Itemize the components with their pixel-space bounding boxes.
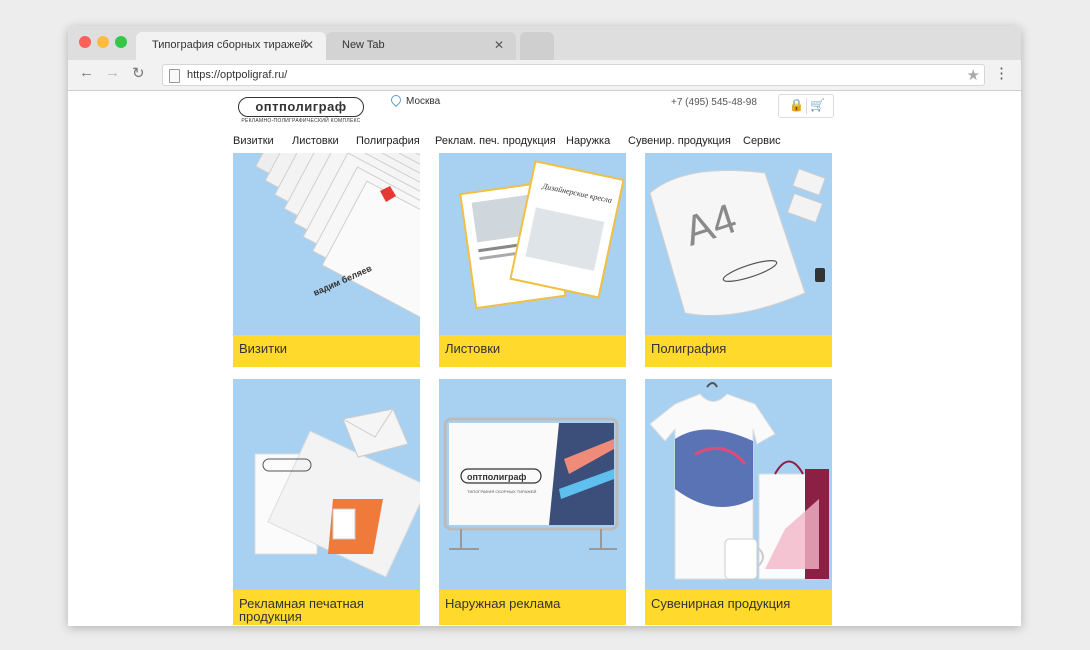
- reload-icon[interactable]: ↻: [132, 64, 145, 82]
- web-page: оптполиграф РЕКЛАМНО-ПОЛИГРАФИЧЕСКИЙ КОМ…: [68, 91, 1021, 626]
- minimize-window-button[interactable]: [97, 36, 109, 48]
- nav-item-naruzhka[interactable]: Наружка: [566, 135, 610, 147]
- nav-item-poligrafiya[interactable]: Полиграфия: [356, 135, 420, 147]
- flyers-illustration: Дизайнерские кресла: [459, 160, 625, 310]
- address-bar[interactable]: https://optpoligraf.ru/ ★: [162, 64, 985, 86]
- category-card-suvenirnaya[interactable]: Сувенирная продукция: [645, 379, 832, 625]
- location-pin-icon: [388, 92, 404, 108]
- banner-brand-text: оптполиграф: [467, 472, 527, 482]
- new-tab-button[interactable]: [520, 32, 554, 60]
- header-actions: 🔒 🛒: [778, 94, 834, 118]
- browser-window: Типография сборных тиражей ✕ New Tab ✕ ←…: [68, 26, 1021, 626]
- phone-number[interactable]: +7 (495) 545-48-98: [671, 97, 757, 108]
- maximize-window-button[interactable]: [115, 36, 127, 48]
- card-image: [645, 379, 832, 590]
- browser-toolbar: ← → ↻ https://optpoligraf.ru/ ★ ⋮: [68, 60, 1021, 91]
- bookmark-star-icon[interactable]: ★: [967, 66, 980, 84]
- card-label: Листовки: [439, 335, 626, 367]
- business-cards-illustration: вадим беляев: [255, 153, 420, 335]
- card-image: [233, 379, 420, 590]
- url-text: https://optpoligraf.ru/: [187, 69, 288, 81]
- nav-item-reklam-pech[interactable]: Реклам. печ. продукция: [435, 135, 556, 147]
- city-selector[interactable]: Москва: [388, 92, 441, 108]
- category-card-reklamnaya[interactable]: Рекламная печатная продукция: [233, 379, 420, 625]
- category-card-vizitki[interactable]: вадим беляев Визитки: [233, 153, 420, 367]
- a4-paper-illustration: A4: [649, 168, 826, 316]
- logo-tagline: РЕКЛАМНО-ПОЛИГРАФИЧЕСКИЙ КОМПЛЕКС: [241, 118, 361, 124]
- browser-menu-icon[interactable]: ⋮: [994, 65, 1009, 83]
- tab-strip: Типография сборных тиражей ✕ New Tab ✕: [68, 26, 1021, 60]
- nav-item-suvenir[interactable]: Сувенир. продукция: [628, 135, 731, 147]
- card-label: Визитки: [233, 335, 420, 367]
- stationery-illustration: [254, 408, 420, 578]
- site-logo[interactable]: оптполиграф РЕКЛАМНО-ПОЛИГРАФИЧЕСКИЙ КОМ…: [238, 97, 364, 124]
- tab-new-tab[interactable]: New Tab ✕: [326, 32, 516, 60]
- close-window-button[interactable]: [79, 36, 91, 48]
- souvenirs-illustration: [649, 382, 829, 580]
- cart-icon[interactable]: 🛒: [810, 98, 825, 112]
- card-label: Сувенирная продукция: [645, 590, 832, 625]
- divider: [806, 98, 807, 114]
- forward-icon[interactable]: →: [105, 64, 120, 81]
- tab-active[interactable]: Типография сборных тиражей ✕: [136, 32, 326, 60]
- back-icon[interactable]: ←: [79, 64, 94, 81]
- card-image: A4: [645, 153, 832, 335]
- nav-item-servis[interactable]: Сервис: [743, 135, 781, 147]
- card-image: вадим беляев: [233, 153, 420, 335]
- banner-tagline-text: ТИПОГРАФИЯ СБОРНЫХ ТИРАЖЕЙ: [467, 489, 537, 494]
- card-image: Дизайнерские кресла: [439, 153, 626, 335]
- page-icon: [169, 69, 180, 83]
- tab-title: Типография сборных тиражей: [152, 39, 307, 51]
- category-card-listovki[interactable]: Дизайнерские кресла Листовки: [439, 153, 626, 367]
- lock-icon[interactable]: 🔒: [789, 98, 804, 112]
- logo-text: оптполиграф: [238, 97, 364, 117]
- card-label: Рекламная печатная продукция: [233, 590, 420, 625]
- card-label: Полиграфия: [645, 335, 832, 367]
- nav-item-listovki[interactable]: Листовки: [292, 135, 339, 147]
- close-tab-icon[interactable]: ✕: [494, 38, 504, 52]
- tab-title: New Tab: [342, 39, 385, 51]
- category-card-naruzhnaya[interactable]: оптполиграф ТИПОГРАФИЯ СБОРНЫХ ТИРАЖЕЙ Н…: [439, 379, 626, 625]
- card-image: оптполиграф ТИПОГРАФИЯ СБОРНЫХ ТИРАЖЕЙ: [439, 379, 626, 590]
- category-card-poligrafiya[interactable]: A4 Полиграфия: [645, 153, 832, 367]
- banner-illustration: оптполиграф ТИПОГРАФИЯ СБОРНЫХ ТИРАЖЕЙ: [443, 417, 619, 550]
- close-tab-icon[interactable]: ✕: [304, 38, 314, 52]
- card-label: Наружная реклама: [439, 590, 626, 625]
- city-label: Москва: [406, 96, 441, 107]
- nav-item-vizitki[interactable]: Визитки: [233, 135, 274, 147]
